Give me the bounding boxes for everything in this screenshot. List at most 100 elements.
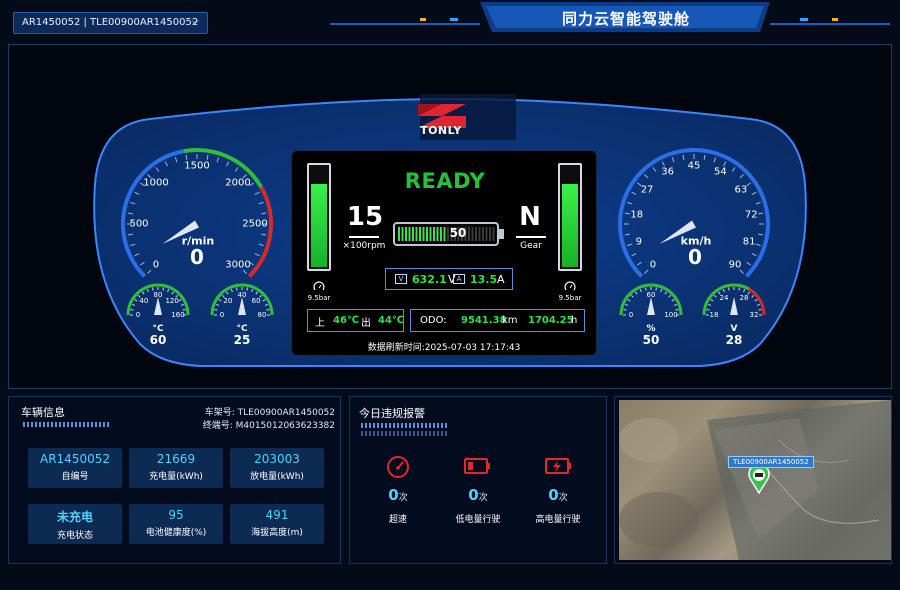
battery-cell bbox=[419, 227, 421, 241]
stat-value: AR1450052 bbox=[40, 452, 110, 466]
battery-percent: 50 bbox=[449, 226, 467, 240]
battery-cell bbox=[433, 227, 435, 241]
outlet-temp-icon: 出 bbox=[361, 318, 371, 329]
battery-cell bbox=[478, 227, 481, 241]
chevron-down-icon: ⌵ bbox=[191, 16, 199, 27]
soc-gauge-tick-label: 60 bbox=[646, 291, 656, 299]
rpm-unit-label: ×100rpm bbox=[342, 241, 386, 251]
voltage-gauge-tick-label: 18 bbox=[709, 311, 719, 319]
battery-cell bbox=[398, 227, 400, 241]
alarm-count-unit: 次 bbox=[478, 493, 488, 503]
stat-card-discharged-energy: 203003 放电量(kWh) bbox=[230, 448, 324, 488]
battery-cell bbox=[408, 227, 411, 241]
stat-value: 203003 bbox=[254, 452, 300, 466]
vehicle-location-marker-icon[interactable] bbox=[747, 464, 771, 494]
hours-unit: h bbox=[571, 315, 578, 326]
alarm-count: 0 bbox=[548, 486, 559, 504]
rpm-display: 15 bbox=[346, 202, 384, 232]
oil-gauge-tick-label: 60 bbox=[251, 296, 261, 305]
odometer-box: ODO: 9541.38 km 1704.25 h bbox=[410, 309, 585, 332]
battery-cell bbox=[429, 227, 432, 241]
left-pressure-label: 9.5bar bbox=[307, 294, 331, 302]
gear-label: Gear bbox=[520, 241, 542, 251]
inlet-temp-icon: 上 bbox=[315, 318, 325, 329]
coolant-gauge-tick-label: 80 bbox=[153, 291, 163, 299]
rpm-tick-label: 500 bbox=[129, 218, 149, 230]
coolant-gauge-tick-label: 0 bbox=[135, 311, 141, 319]
speed-value: 0 bbox=[688, 245, 702, 269]
title-decoration bbox=[23, 422, 109, 427]
stat-card-altitude: 491 海拔高度(m) bbox=[230, 504, 324, 544]
high-battery-icon bbox=[545, 458, 571, 474]
alarm-count: 0 bbox=[468, 486, 479, 504]
oil-gauge-tick-label: 40 bbox=[237, 291, 247, 299]
oil-gauge-tick-label: 80 bbox=[257, 311, 267, 319]
stat-card-battery-health: 95 电池健康度(%) bbox=[129, 504, 223, 544]
odo-value: 9541.38 bbox=[461, 315, 507, 326]
alarm-count-unit: 次 bbox=[558, 493, 568, 503]
left-pressure-bar bbox=[307, 163, 331, 271]
pressure-gauge-icon bbox=[564, 281, 576, 291]
right-pressure-label: 9.5bar bbox=[558, 294, 582, 302]
alarm-label: 低电量行驶 bbox=[455, 515, 501, 525]
voltage-gauge-tick-label: 28 bbox=[739, 293, 749, 302]
terminal-number: 终端号: M4015012063623382 bbox=[202, 421, 335, 431]
battery-cell bbox=[426, 227, 428, 241]
voltage-value: 632.1 bbox=[412, 273, 447, 286]
speed-tick-label: 54 bbox=[713, 166, 727, 178]
speed-tick-label: 45 bbox=[687, 160, 701, 172]
odo-label: ODO: bbox=[420, 315, 447, 326]
current-unit: A bbox=[497, 273, 505, 286]
battery-cell bbox=[415, 227, 418, 241]
stat-label: 电池健康度(%) bbox=[145, 528, 207, 538]
speed-tick-label: 90 bbox=[728, 259, 742, 271]
refresh-time: 数据刷新时间:2025-07-03 17:17:43 bbox=[367, 343, 521, 353]
speed-tick-label: 9 bbox=[635, 236, 643, 248]
stat-value: 21669 bbox=[156, 452, 196, 466]
title-decoration bbox=[361, 423, 447, 428]
speed-tick-label: 18 bbox=[630, 209, 644, 221]
oil-temp-value: 25 bbox=[233, 333, 251, 347]
alarm-low-battery: 0次 低电量行驶 bbox=[443, 485, 513, 525]
rpm-tick-label: 1500 bbox=[184, 160, 210, 172]
speed-tick-label: 72 bbox=[744, 209, 758, 221]
outlet-temp-value: 44℃ bbox=[378, 315, 405, 326]
stat-card-charged-energy: 21669 充电量(kWh) bbox=[129, 448, 223, 488]
alarm-count: 0 bbox=[388, 486, 399, 504]
battery-cell bbox=[482, 227, 484, 241]
battery-cell bbox=[422, 227, 425, 241]
ready-status: READY bbox=[404, 169, 486, 193]
speed-tick-label: 81 bbox=[742, 236, 756, 248]
battery-cell bbox=[401, 227, 404, 241]
vehicle-info-title: 车辆信息 bbox=[21, 406, 65, 419]
right-pressure-bar bbox=[558, 163, 582, 271]
stat-value: 491 bbox=[265, 508, 289, 522]
voltage-icon: V bbox=[395, 274, 407, 284]
vehicle-info-panel: 车辆信息 车架号: TLE00900AR1450052 终端号: M401501… bbox=[8, 396, 341, 564]
stat-value: 95 bbox=[168, 508, 184, 522]
current-icon: A bbox=[453, 274, 465, 284]
voltage-current-box: V 632.1 V A 13.5 A bbox=[385, 268, 513, 290]
gear-display: N bbox=[519, 202, 541, 232]
rpm-tick-label: 2000 bbox=[225, 177, 251, 189]
pressure-gauge-icon bbox=[313, 281, 325, 291]
coolant-temp-value: 60 bbox=[149, 333, 167, 347]
alarm-label: 超速 bbox=[388, 515, 407, 525]
coolant-gauge-tick-label: 120 bbox=[165, 296, 179, 305]
battery-cell bbox=[492, 227, 495, 241]
frame-number: 车架号: TLE00900AR1450052 bbox=[204, 408, 335, 418]
hours-value: 1704.25 bbox=[528, 315, 574, 326]
satellite-map[interactable] bbox=[619, 400, 891, 560]
battery-cell bbox=[485, 227, 488, 241]
stat-card-self-number: AR1450052 自编号 bbox=[28, 448, 122, 488]
stat-label: 充电状态 bbox=[56, 531, 93, 541]
tonly-logo-text: TONLY bbox=[420, 124, 462, 137]
odo-unit: km bbox=[502, 315, 518, 326]
speed-tick-label: 27 bbox=[640, 184, 654, 196]
rpm-value: 0 bbox=[190, 245, 204, 269]
rpm-tick-label: 1000 bbox=[143, 177, 169, 189]
rpm-tick-label: 2500 bbox=[242, 218, 268, 230]
coolant-gauge-tick-label: 40 bbox=[139, 296, 149, 305]
low-battery-icon bbox=[464, 458, 490, 474]
vehicle-selector[interactable]: AR1450052 | TLE00900AR1450052 ⌵ bbox=[13, 12, 208, 34]
